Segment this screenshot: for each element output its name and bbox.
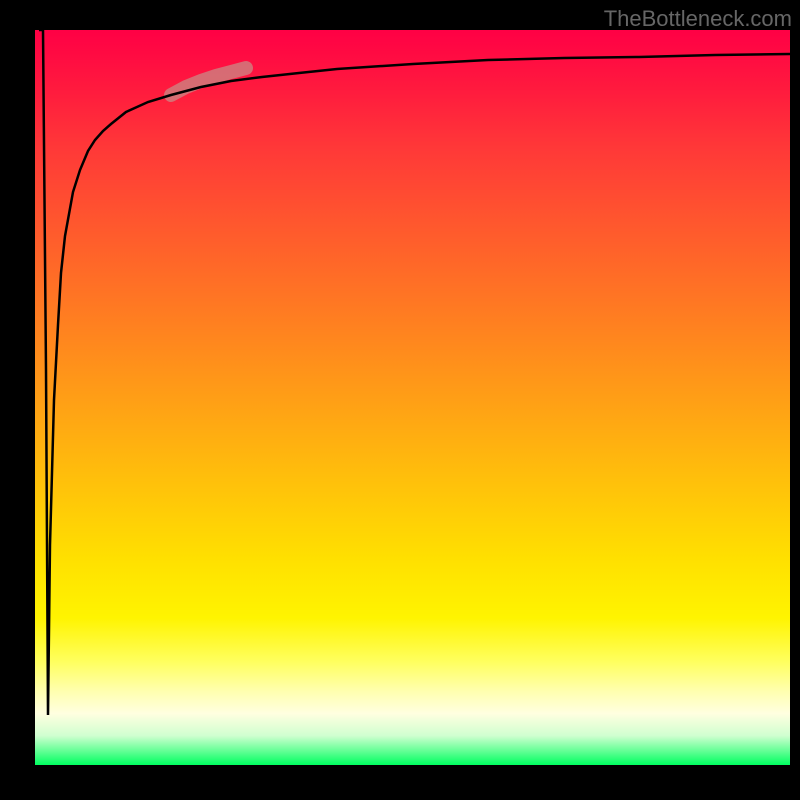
y-axis [0, 30, 35, 765]
x-axis [0, 765, 800, 800]
chart-container: TheBottleneck.com [0, 0, 800, 800]
watermark-text: TheBottleneck.com [604, 6, 792, 32]
curve-svg [35, 30, 790, 765]
bottleneck-curve [39, 30, 790, 715]
plot-area [35, 30, 790, 765]
